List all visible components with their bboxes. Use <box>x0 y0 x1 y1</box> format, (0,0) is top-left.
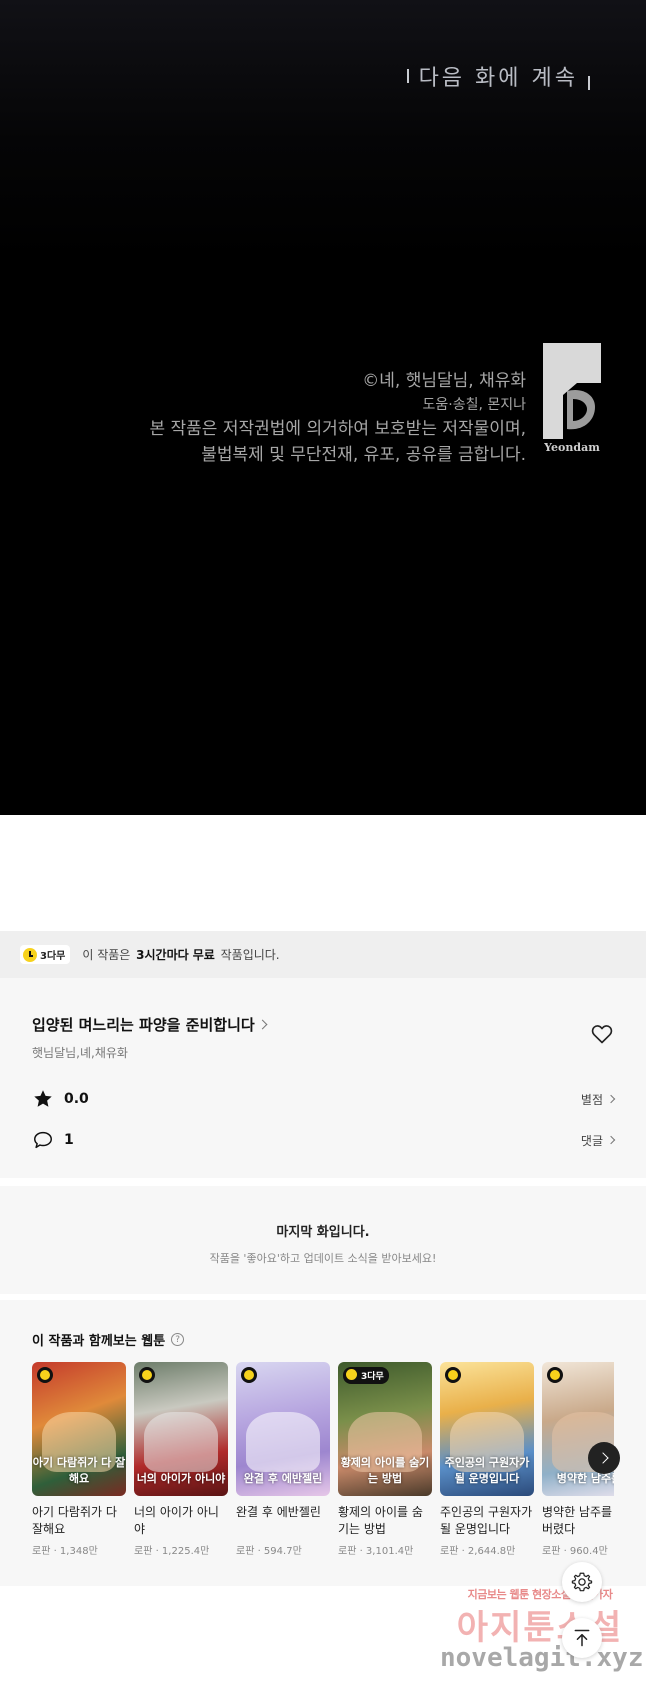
card-meta: 로판 · 1,225.4만 <box>134 1546 210 1557</box>
carousel-next-button[interactable] <box>588 1442 620 1474</box>
copyright-line: ©녜, 햇님달님, 채유화 <box>362 371 526 391</box>
free-banner: 3다무 이 작품은 3시간마다 무료 작품입니다. <box>0 931 646 978</box>
recommendation-carousel: 아기 다람쥐가 다 잘해요 아기 다람쥐가 다 잘해요 로판 · 1,348만 … <box>32 1362 614 1562</box>
watermark-line-1: 지금보는 웹툰 현장소설 보러가자 <box>467 1588 613 1601</box>
wait-free-badge-label: 3다무 <box>40 951 66 962</box>
star-icon <box>34 1090 52 1107</box>
cover-image: 아기 다람쥐가 다 잘해요 <box>32 1362 126 1496</box>
chevron-right-icon <box>257 1019 268 1030</box>
clock-icon <box>23 947 37 962</box>
recommendations-title: 이 작품과 함께보는 웹툰 ? <box>32 1330 185 1349</box>
yeondam-logo-text: Yeondam <box>544 441 600 454</box>
chevron-right-icon <box>606 1094 616 1104</box>
clock-icon <box>241 1367 257 1383</box>
card-title: 주인공의 구원자가 될 운명입니다 <box>440 1505 533 1536</box>
work-authors: 햇님달님,녜,채유화 <box>32 1046 128 1060</box>
settings-button[interactable] <box>562 1562 602 1602</box>
cover-image: 병약한 남주를 <box>542 1362 614 1496</box>
cover-title: 황제의 아이를 숨기는 방법 <box>340 1456 430 1485</box>
clock-icon <box>139 1367 155 1383</box>
recommendation-card[interactable]: 3다무 황제의 아이를 숨기는 방법 황제의 아이를 숨기는 방법 로판 · 3… <box>338 1362 432 1557</box>
comments-link-label: 댓글 <box>580 1133 603 1148</box>
cover-title: 완결 후 에반젤린 <box>243 1472 323 1485</box>
cover-image: 너의 아이가 아니야 <box>134 1362 228 1496</box>
legal-line-1: 본 작품은 저작권법에 의거하여 보호받는 저작물이며, <box>149 419 526 439</box>
free-text-free: 무료 <box>192 948 215 962</box>
watermark-line-3: novelagit.xyz <box>440 1643 644 1673</box>
last-episode-notice: 마지막 화입니다. 작품을 '좋아요'하고 업데이트 소식을 받아보세요! <box>0 1186 646 1294</box>
comments-count: 1 <box>64 1132 74 1148</box>
recommendation-card[interactable]: 아기 다람쥐가 다 잘해요 아기 다람쥐가 다 잘해요 로판 · 1,348만 <box>32 1362 126 1557</box>
cover-image: 3다무 황제의 아이를 숨기는 방법 <box>338 1362 432 1496</box>
work-info: 입양된 며느리는 파양을 준비합니다 햇님달님,녜,채유화 0.0 별점 1 댓… <box>0 978 646 1178</box>
free-text-interval: 3시간마다 <box>136 948 189 962</box>
chevron-right-icon <box>606 1135 616 1145</box>
scroll-top-button[interactable] <box>562 1618 602 1658</box>
yeondam-logo-mark <box>543 343 601 439</box>
card-title: 병약한 남주를 셔버렸다 <box>542 1505 614 1536</box>
next-episode-text: 다음 화에 계속 <box>418 66 578 91</box>
work-title-link[interactable]: 입양된 며느리는 파양을 준비합니다 <box>32 1014 268 1035</box>
site-watermark: 지금보는 웹툰 현장소설 보러가자 아지툰소설 novelagit.xyz <box>440 1586 644 1673</box>
card-meta: 로판 · 3,101.4만 <box>338 1546 414 1557</box>
card-meta: 로판 · 1,348만 <box>32 1546 98 1557</box>
recommendation-card[interactable]: 주인공의 구원자가 될 운명입니다 주인공의 구원자가 될 운명입니다 로판 ·… <box>440 1362 534 1557</box>
help-icon[interactable]: ? <box>171 1333 185 1346</box>
card-meta: 로판 · 594.7만 <box>236 1546 302 1557</box>
cover-image: 주인공의 구원자가 될 운명입니다 <box>440 1362 534 1496</box>
watermark-line-2: 아지툰소설 <box>456 1608 624 1648</box>
cover-title: 주인공의 구원자가 될 운명입니다 <box>444 1456 530 1485</box>
clock-icon <box>37 1367 53 1383</box>
wait-free-badge: 3다무 <box>20 945 71 964</box>
card-meta: 로판 · 2,644.8만 <box>440 1546 516 1557</box>
free-text-post: 작품입니다. <box>220 948 280 962</box>
cover-title: 아기 다람쥐가 다 잘해요 <box>32 1456 126 1485</box>
credits: ©녜, 햇님달님, 채유화 도움·송칠, 몬지나 본 작품은 저작권법에 의거하… <box>149 368 526 468</box>
recommendations: 이 작품과 함께보는 웹툰 ? 아기 다람쥐가 다 잘해요 아기 다람쥐가 다 … <box>0 1300 646 1586</box>
card-title: 너의 아이가 아니야 <box>134 1505 219 1536</box>
last-episode-heading: 마지막 화입니다. <box>276 1225 370 1240</box>
yeondam-logo: Yeondam <box>543 343 601 454</box>
wait-free-badge: 3다무 <box>343 1367 389 1384</box>
gear-icon <box>571 1572 593 1592</box>
quote-mark-open <box>406 69 409 83</box>
rating-value: 0.0 <box>64 1091 89 1107</box>
rating-link[interactable]: 별점 <box>580 1091 616 1108</box>
clock-icon <box>547 1367 563 1383</box>
chevron-right-icon <box>596 1452 609 1464</box>
quote-mark-close <box>588 76 590 90</box>
card-title: 황제의 아이를 숨기는 방법 <box>338 1505 423 1536</box>
comments-row: 1 댓글 <box>32 1127 616 1153</box>
work-title: 입양된 며느리는 파양을 준비합니다 <box>32 1016 255 1034</box>
recommendation-card[interactable]: 완결 후 에반젤린 완결 후 에반젤린 로판 · 594.7만 <box>236 1362 330 1557</box>
legal-line-2: 불법복제 및 무단전재, 유포, 공유를 금합니다. <box>201 445 526 465</box>
card-title: 아기 다람쥐가 다 잘해요 <box>32 1505 117 1536</box>
comic-panel: 다음 화에 계속 ©녜, 햇님달님, 채유화 도움·송칠, 몬지나 본 작품은 … <box>0 0 646 815</box>
cover-art <box>144 1412 218 1472</box>
heart-icon[interactable] <box>590 1022 614 1046</box>
rating-row: 0.0 별점 <box>32 1086 616 1112</box>
recommendation-card[interactable]: 너의 아이가 아니야 너의 아이가 아니야 로판 · 1,225.4만 <box>134 1362 228 1557</box>
comments-link[interactable]: 댓글 <box>580 1132 616 1149</box>
card-title: 완결 후 에반젤린 <box>236 1505 321 1519</box>
clock-icon <box>445 1367 461 1383</box>
free-text-pre: 이 작품은 <box>82 948 131 962</box>
arrow-up-icon <box>574 1629 590 1647</box>
next-episode-caption: 다음 화에 계속 <box>406 60 590 92</box>
rating-link-label: 별점 <box>580 1092 603 1107</box>
cover-title: 너의 아이가 아니야 <box>136 1472 226 1485</box>
cover-art <box>246 1412 320 1472</box>
card-meta: 로판 · 960.4만 <box>542 1546 608 1557</box>
cover-image: 완결 후 에반젤린 <box>236 1362 330 1496</box>
comment-icon <box>34 1131 52 1149</box>
last-episode-sub: 작품을 '좋아요'하고 업데이트 소식을 받아보세요! <box>209 1252 437 1265</box>
assist-line: 도움·송칠, 몬지나 <box>422 397 526 413</box>
recommendations-title-text: 이 작품과 함께보는 웹툰 <box>32 1334 166 1349</box>
